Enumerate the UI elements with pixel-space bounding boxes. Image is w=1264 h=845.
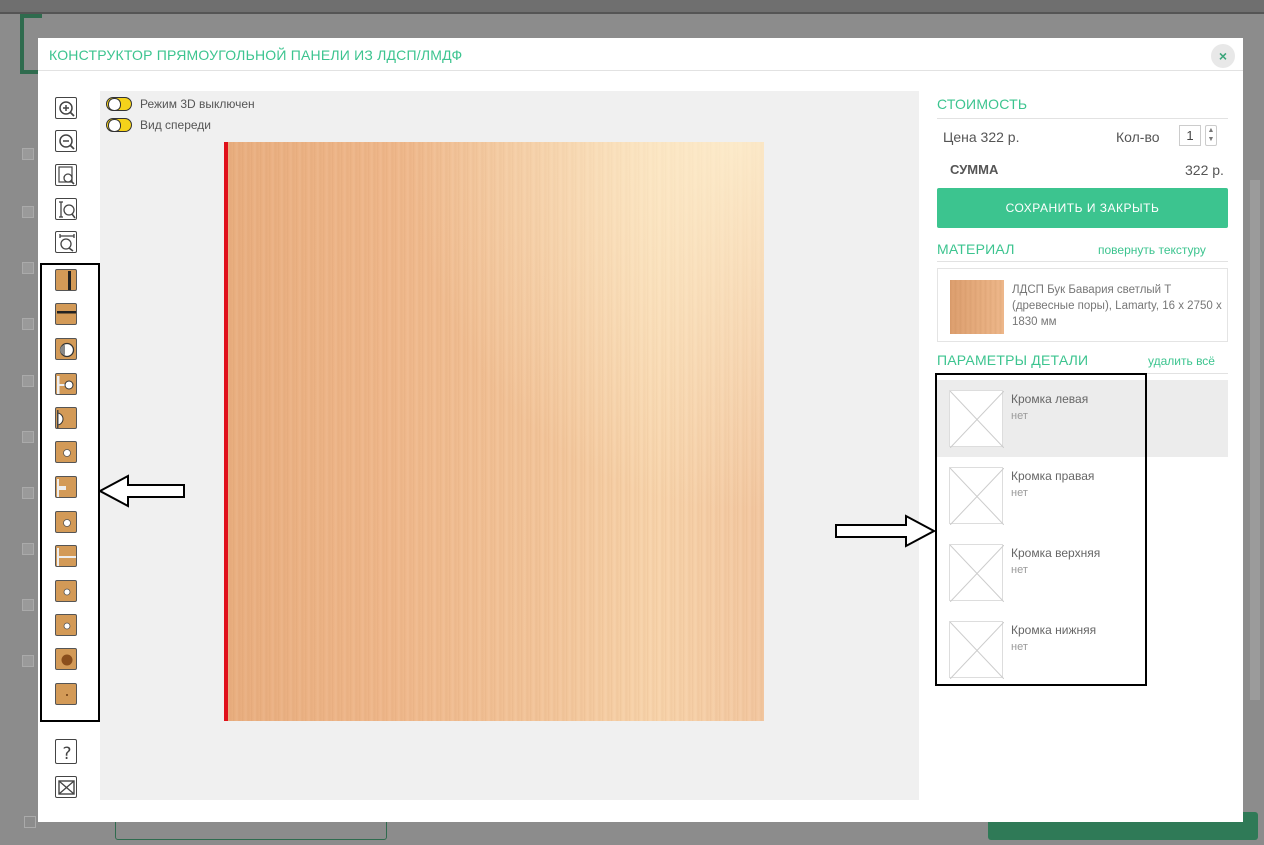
backdrop-checkbox (22, 206, 34, 218)
modal-title: КОНСТРУКТОР ПРЯМОУГОЛЬНОЙ ПАНЕЛИ ИЗ ЛДСП… (49, 47, 463, 63)
zoom-fit-icon[interactable] (55, 164, 77, 186)
backdrop-checkbox (24, 816, 36, 828)
delete-all-link[interactable]: удалить всё (1148, 354, 1215, 368)
backdrop-checkbox (22, 487, 34, 499)
zoom-in-icon[interactable] (55, 97, 77, 119)
panel-highlight (224, 142, 764, 721)
material-thumbnail (950, 280, 1004, 334)
left-edge-marker[interactable] (224, 142, 228, 721)
rotate-texture-link[interactable]: повернуть текстуру (1098, 243, 1206, 257)
backdrop-topbar (0, 0, 1264, 14)
annotation-box-params (935, 373, 1147, 686)
price-label: Цена 322 р. (943, 129, 1020, 145)
close-button[interactable]: × (1211, 44, 1235, 68)
divider (937, 118, 1228, 119)
material-name: ЛДСП Бук Бавария светлый Т (древесные по… (1012, 284, 1222, 328)
annotation-arrow-left-icon (98, 474, 185, 508)
toggle-3d-label: Режим 3D выключен (140, 97, 255, 111)
save-and-close-button[interactable]: СОХРАНИТЬ И ЗАКРЫТЬ (937, 188, 1228, 228)
modal-header: КОНСТРУКТОР ПРЯМОУГОЛЬНОЙ ПАНЕЛИ ИЗ ЛДСП… (38, 38, 1243, 71)
toggle-3d-mode[interactable] (106, 97, 132, 111)
quantity-input[interactable]: 1 (1179, 125, 1201, 146)
divider (937, 261, 1228, 262)
help-label: ? (62, 744, 71, 764)
material-card[interactable]: ЛДСП Бук Бавария светлый Т (древесные по… (937, 268, 1228, 342)
toggle-view-label: Вид спереди (140, 118, 212, 132)
backdrop-scrollbar (1250, 180, 1260, 700)
cost-title: СТОИМОСТЬ (937, 96, 1028, 112)
zoom-out-icon[interactable] (55, 130, 77, 152)
sum-label: СУММА (950, 162, 999, 177)
backdrop-checkbox (22, 431, 34, 443)
params-title: ПАРАМЕТРЫ ДЕТАЛИ (937, 352, 1089, 368)
sum-value: 322 р. (1185, 162, 1224, 178)
quantity-stepper[interactable]: ▲ ▼ (1205, 125, 1217, 146)
drawing-canvas[interactable]: Режим 3D выключен Вид спереди (100, 91, 919, 800)
backdrop-checkbox (22, 543, 34, 555)
zoom-width-icon[interactable] (55, 231, 77, 253)
material-title: МАТЕРИАЛ (937, 241, 1015, 257)
annotation-box-toolbar (40, 263, 100, 722)
backdrop-checkbox (22, 655, 34, 667)
help-button[interactable]: ? (55, 739, 77, 764)
backdrop-checkbox (22, 318, 34, 330)
backdrop-checkbox (22, 375, 34, 387)
backdrop-checkbox (22, 599, 34, 611)
annotation-arrow-right-icon (835, 514, 936, 548)
zoom-height-icon[interactable] (55, 198, 77, 220)
toggle-front-view[interactable] (106, 118, 132, 132)
envelope-close-icon[interactable] (55, 776, 77, 798)
backdrop-checkbox (22, 262, 34, 274)
qty-label: Кол-во (1116, 129, 1160, 145)
backdrop-checkbox (22, 148, 34, 160)
